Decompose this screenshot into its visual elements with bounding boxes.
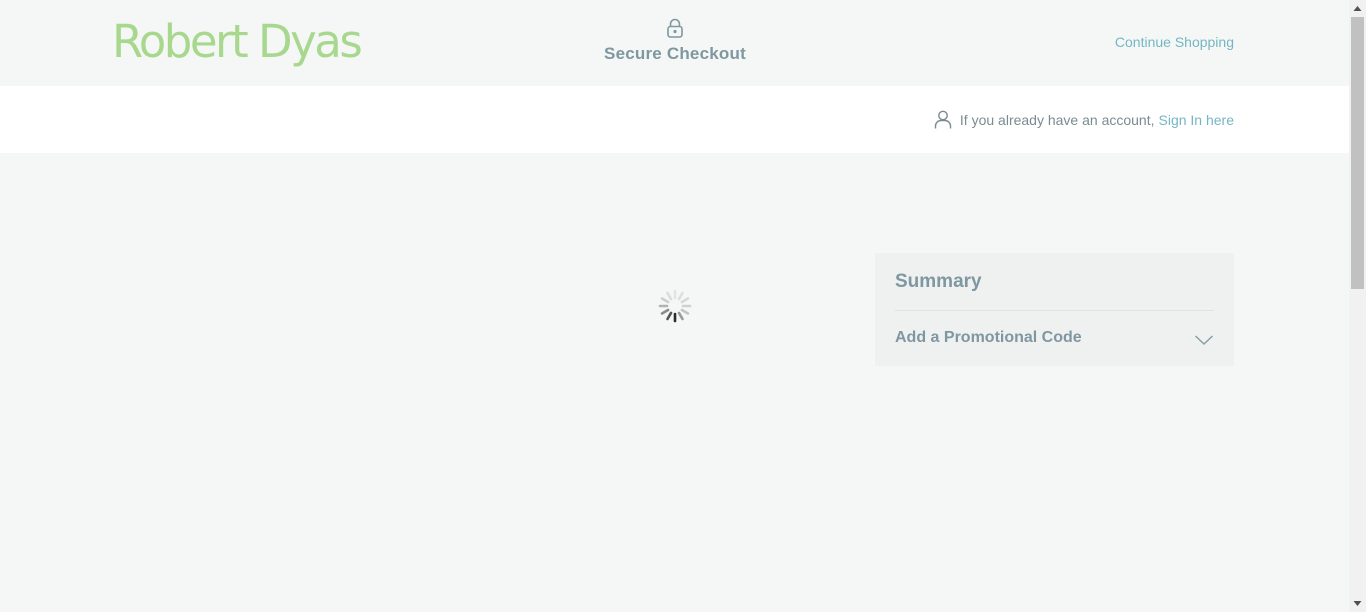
order-summary-panel: Summary Add a Promotional Code: [875, 253, 1234, 366]
secure-checkout-label: Secure Checkout: [604, 44, 746, 63]
promo-code-toggle[interactable]: Add a Promotional Code: [895, 311, 1214, 365]
checkout-page: Robert Dyas Secure Checkout Continue Sho…: [0, 0, 1349, 612]
spinner-icon: [658, 289, 692, 323]
continue-shopping-link[interactable]: Continue Shopping: [1115, 34, 1234, 50]
account-prompt-text: If you already have an account,: [959, 111, 1155, 128]
account-bar: If you already have an account, Sign In …: [0, 86, 1349, 153]
scrollbar-thumb[interactable]: [1351, 17, 1364, 289]
summary-title: Summary: [895, 271, 982, 292]
sign-in-link[interactable]: Sign In here: [1159, 112, 1235, 128]
secure-checkout-indicator: Secure Checkout: [575, 18, 775, 64]
lock-icon: [667, 18, 683, 38]
scroll-up-arrow-icon[interactable]: [1349, 0, 1366, 17]
chevron-down-icon: [1194, 335, 1214, 346]
brand-logo[interactable]: Robert Dyas: [112, 14, 363, 70]
scroll-down-arrow-icon[interactable]: [1349, 595, 1366, 612]
user-icon: [934, 110, 952, 129]
promo-code-label: Add a Promotional Code: [895, 329, 1082, 346]
vertical-scrollbar[interactable]: [1349, 0, 1366, 612]
sign-in-prompt: If you already have an account, Sign In …: [934, 110, 1234, 129]
site-header: Robert Dyas Secure Checkout Continue Sho…: [0, 0, 1349, 86]
